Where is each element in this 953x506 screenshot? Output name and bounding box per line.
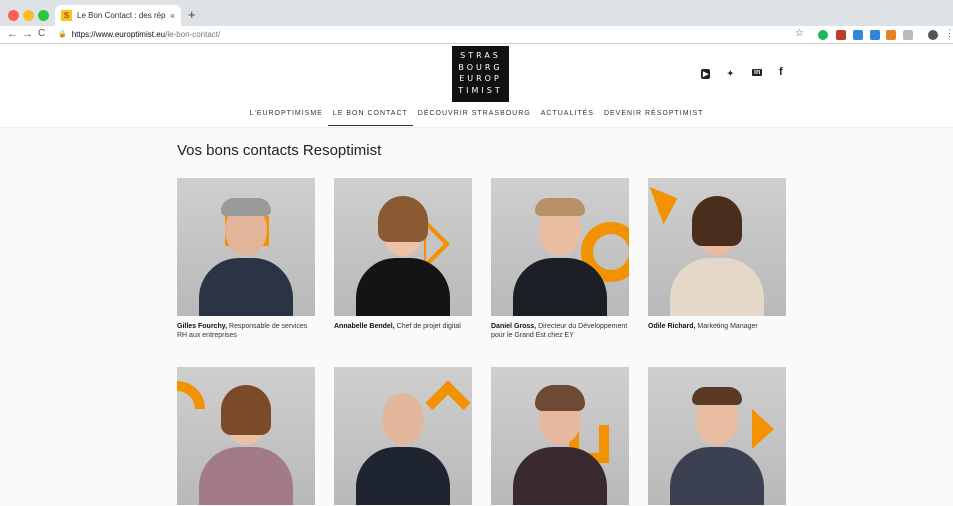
contact-card[interactable] bbox=[334, 367, 472, 505]
contact-card[interactable]: Annabelle Bendel, Chef de projet digital bbox=[334, 178, 472, 331]
maximize-window-button[interactable] bbox=[38, 10, 49, 21]
logo-line-1: STRAS bbox=[460, 51, 501, 60]
nav-item-decouvrir-strasbourg[interactable]: DÉCOUVRIR STRASBOURG bbox=[413, 108, 536, 126]
logo-line-3: EUROP bbox=[459, 74, 502, 83]
reload-button[interactable]: C bbox=[38, 28, 45, 39]
contact-photo[interactable] bbox=[648, 367, 786, 505]
nav-item-actualites[interactable]: ACTUALITÉS bbox=[536, 108, 599, 126]
contact-photo[interactable] bbox=[491, 178, 629, 316]
contact-photo[interactable] bbox=[648, 178, 786, 316]
youtube-icon[interactable]: ▶ bbox=[701, 69, 711, 79]
url-host: https://www.europtimist.eu bbox=[71, 30, 166, 39]
main-navigation: L'EUROPTIMISME LE BON CONTACT DÉCOUVRIR … bbox=[0, 108, 953, 126]
contact-photo[interactable] bbox=[491, 367, 629, 505]
tab-title: Le Bon Contact : des réponses bbox=[77, 11, 166, 20]
twitter-icon[interactable]: ✦ bbox=[727, 69, 734, 78]
contact-name: Gilles Fourchy, bbox=[177, 323, 228, 330]
contact-photo[interactable] bbox=[334, 178, 472, 316]
contact-caption: Daniel Gross, Directeur du Développement… bbox=[491, 322, 629, 340]
url-path: /le-bon-contact/ bbox=[165, 30, 221, 39]
contact-role: Marketing Manager bbox=[697, 323, 758, 330]
new-tab-button[interactable]: + bbox=[188, 7, 196, 22]
forward-button[interactable]: → bbox=[22, 28, 33, 40]
contact-card[interactable]: Gilles Fourchy, Responsable de services … bbox=[177, 178, 315, 340]
close-window-button[interactable] bbox=[8, 10, 19, 21]
contact-caption: Annabelle Bendel, Chef de projet digital bbox=[334, 322, 472, 331]
contact-card[interactable] bbox=[648, 367, 786, 505]
browser-tab[interactable]: S Le Bon Contact : des réponses × bbox=[55, 5, 181, 26]
site-favicon-icon: S bbox=[61, 10, 72, 21]
contact-photo[interactable] bbox=[334, 367, 472, 505]
contact-name: Odile Richard, bbox=[648, 323, 696, 330]
extension-icon-2[interactable] bbox=[853, 30, 863, 40]
nav-item-le-bon-contact[interactable]: LE BON CONTACT bbox=[327, 108, 413, 126]
logo-line-4: TIMIST bbox=[458, 85, 503, 95]
profile-avatar[interactable] bbox=[928, 30, 938, 40]
contact-card[interactable] bbox=[491, 367, 629, 505]
logo-line-2: BOURG bbox=[458, 62, 503, 72]
bookmark-star-icon[interactable]: ☆ bbox=[795, 28, 804, 39]
site-header: STRAS BOURG EUROP TIMIST ▶ ✦ in f L'EURO… bbox=[0, 44, 953, 128]
main-content: Vos bons contacts Resoptimist Gilles Fou… bbox=[0, 128, 953, 506]
contact-name: Annabelle Bendel, bbox=[334, 323, 395, 330]
url-input[interactable]: 🔒 https://www.europtimist.eu/le-bon-cont… bbox=[58, 28, 818, 42]
contact-caption: Odile Richard, Marketing Manager bbox=[648, 322, 786, 331]
site-logo[interactable]: STRAS BOURG EUROP TIMIST bbox=[452, 46, 509, 102]
back-button[interactable]: ← bbox=[7, 28, 18, 40]
lock-icon: 🔒 bbox=[58, 31, 67, 38]
contact-caption: Gilles Fourchy, Responsable de services … bbox=[177, 322, 315, 340]
tab-close-icon[interactable]: × bbox=[170, 11, 175, 21]
extension-icon-4[interactable] bbox=[886, 30, 896, 40]
address-bar: ← → C 🔒 https://www.europtimist.eu/le-bo… bbox=[0, 26, 953, 44]
contact-photo[interactable] bbox=[177, 367, 315, 505]
facebook-icon[interactable]: f bbox=[779, 66, 783, 78]
tab-bar: S Le Bon Contact : des réponses × + bbox=[0, 0, 953, 26]
page-title: Vos bons contacts Resoptimist bbox=[177, 142, 382, 159]
contact-role: Chef de projet digital bbox=[396, 323, 461, 330]
extension-icon-3[interactable] bbox=[870, 30, 880, 40]
contact-photo[interactable] bbox=[177, 178, 315, 316]
contact-name: Daniel Gross, bbox=[491, 323, 537, 330]
browser-chrome: S Le Bon Contact : des réponses × + ← → … bbox=[0, 0, 953, 44]
extension-icon-5[interactable] bbox=[903, 30, 913, 40]
browser-menu-icon[interactable]: ⋮ bbox=[945, 28, 953, 39]
contact-card[interactable] bbox=[177, 367, 315, 505]
contact-card[interactable]: Odile Richard, Marketing Manager bbox=[648, 178, 786, 331]
linkedin-icon[interactable]: in bbox=[752, 69, 763, 76]
contact-card[interactable]: Daniel Gross, Directeur du Développement… bbox=[491, 178, 629, 340]
nav-item-devenir-resoptimist[interactable]: DEVENIR RÉSOPTIMIST bbox=[599, 108, 709, 126]
extension-icon-1[interactable] bbox=[836, 30, 846, 40]
minimize-window-button[interactable] bbox=[23, 10, 34, 21]
nav-item-europtimisme[interactable]: L'EUROPTIMISME bbox=[245, 108, 328, 126]
grammarly-extension-icon[interactable] bbox=[818, 30, 828, 40]
